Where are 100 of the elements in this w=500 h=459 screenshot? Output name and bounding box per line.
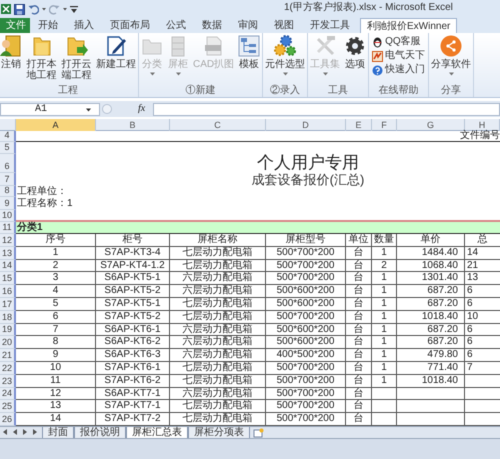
group-label: 工程 (57, 85, 79, 97)
row-header[interactable]: 4 (0, 131, 16, 142)
row-header[interactable]: 15 (0, 272, 16, 286)
column-header[interactable]: E (346, 119, 372, 131)
ribbon-button[interactable]: 模板 (238, 35, 260, 70)
ribbon-button[interactable]: 选项 (344, 35, 366, 70)
column-header[interactable]: G (397, 119, 465, 131)
row-header[interactable]: 9 (0, 197, 16, 210)
table-cell: S6AP-KT6-3 (96, 349, 170, 362)
table-cell: S6AP-KT5-2 (96, 285, 170, 298)
row-header[interactable]: 19 (0, 324, 16, 336)
column-header[interactable]: C (170, 119, 266, 131)
table-cell: 1 (372, 246, 397, 260)
row-header[interactable]: 8 (0, 186, 16, 197)
row-header[interactable]: 22 (0, 362, 16, 375)
ribbon-button[interactable]: QQ客服 (372, 36, 426, 48)
table-cell: 1018.40 (397, 310, 465, 324)
table-cell: 1301.40 (397, 272, 465, 286)
row-header[interactable]: 18 (0, 310, 16, 324)
ribbon-tab[interactable]: 数据 (196, 18, 228, 33)
row-header[interactable]: 5 (0, 142, 16, 154)
ribbon-button[interactable]: 元件选型 (265, 35, 306, 76)
row-header[interactable]: 21 (0, 349, 16, 362)
table-cell: 七层动力配电箱 (170, 400, 266, 414)
column-header[interactable]: H (465, 119, 500, 131)
save-icon[interactable] (14, 4, 25, 14)
caret-icon[interactable] (42, 7, 46, 11)
ribbon-button[interactable]: 分享软件 (431, 35, 472, 76)
table-cell: 3 (16, 272, 96, 286)
table-cell: 2 (372, 260, 397, 272)
ribbon-tab[interactable]: 插入 (68, 18, 100, 33)
ribbon-button[interactable]: 电气天下 (372, 50, 426, 62)
column-header[interactable]: A (16, 119, 96, 131)
sheet-tab[interactable]: 报价说明 (74, 426, 126, 438)
table-cell: 台 (346, 298, 372, 311)
window-title: 1(甲方客户报表).xlsx - Microsoft Excel (284, 3, 453, 13)
column-header[interactable]: D (266, 119, 346, 131)
sheet-tab[interactable]: 屏柜分项表 (188, 426, 250, 438)
table-cell: 10 (465, 310, 500, 324)
ribbon-button[interactable]: 打开本地工程 (26, 35, 57, 81)
row-header[interactable]: 25 (0, 400, 16, 414)
ribbon-button[interactable]: 注销 (0, 35, 22, 70)
row-header[interactable]: 12 (0, 234, 16, 247)
column-header[interactable]: B (96, 119, 170, 131)
caret-icon[interactable] (86, 108, 91, 112)
row-header[interactable]: 13 (0, 246, 16, 260)
row-header[interactable]: 7 (0, 173, 16, 186)
share-icon (440, 35, 462, 57)
formula-field[interactable] (153, 102, 500, 116)
ribbon-tab[interactable]: 文件 (0, 18, 30, 33)
table-cell: 台 (346, 388, 372, 400)
column-heading: 屏柜名称 (170, 234, 266, 247)
row-header[interactable]: 14 (0, 260, 16, 272)
ribbon-tab[interactable]: 开始 (32, 18, 64, 33)
ribbon-tab[interactable]: 开发工具 (304, 18, 356, 33)
table-cell: 七层动力配电箱 (170, 362, 266, 375)
row-header[interactable]: 26 (0, 413, 16, 426)
undo-icon[interactable] (28, 4, 39, 14)
table-cell: 7 (16, 324, 96, 336)
ribbon-tab[interactable]: 利驰报价ExWinner (360, 18, 458, 33)
row-header[interactable]: 11 (0, 222, 16, 234)
ribbon-button[interactable]: 打开云端工程 (61, 35, 92, 81)
table-cell: 台 (346, 336, 372, 350)
row-header[interactable]: 23 (0, 374, 16, 388)
table-cell: 七层动力配电箱 (170, 246, 266, 260)
sheet-tab[interactable]: 封面 (42, 426, 74, 438)
table-cell: 台 (346, 310, 372, 324)
table-cell: 5 (16, 298, 96, 311)
ribbon-button[interactable]: 快速入门 (372, 64, 426, 76)
table-cell: 1 (372, 272, 397, 286)
sheet-tab[interactable]: 屏柜汇总表 (126, 426, 188, 438)
table-cell: 6 (465, 336, 500, 350)
row-header[interactable]: 17 (0, 298, 16, 311)
new-sheet-icon[interactable] (253, 428, 264, 438)
name-box[interactable]: A1 (0, 102, 100, 116)
table-cell: 台 (346, 349, 372, 362)
empty-cell (397, 388, 465, 400)
table-cell: 6 (465, 298, 500, 311)
row-header[interactable]: 24 (0, 388, 16, 400)
customize-icon[interactable] (70, 4, 78, 14)
table-cell: 台 (346, 374, 372, 388)
ribbon-button[interactable]: 新建工程 (96, 35, 136, 70)
insert-function-button[interactable]: fx (138, 104, 146, 114)
ribbon-tab[interactable]: 审阅 (232, 18, 264, 33)
group-label: 分享 (440, 85, 462, 97)
table-cell: 14 (465, 246, 500, 260)
cell-reference: A1 (35, 104, 48, 116)
row-header[interactable]: 10 (0, 210, 16, 222)
table-cell: 500*700*200 (266, 374, 346, 388)
table-cell: 1 (372, 298, 397, 311)
ribbon-tab[interactable]: 视图 (268, 18, 300, 33)
column-heading: 单位 (346, 234, 372, 247)
row-header[interactable]: 16 (0, 285, 16, 298)
row-header[interactable]: 6 (0, 154, 16, 173)
ribbon-tab[interactable]: 页面布局 (104, 18, 156, 33)
row-header[interactable]: 20 (0, 336, 16, 350)
caret-icon[interactable] (63, 7, 67, 11)
column-header[interactable]: F (372, 119, 397, 131)
table-cell: 台 (346, 362, 372, 375)
ribbon-tab[interactable]: 公式 (160, 18, 192, 33)
